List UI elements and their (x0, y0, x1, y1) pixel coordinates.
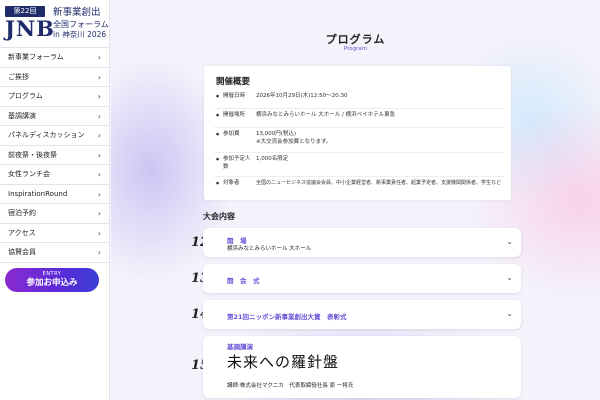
schedule-detail: 講師:株式会社マクニカ 代表取締役社長 原 一将氏 (227, 383, 354, 389)
site-logo[interactable]: 第22回 JNB 新事業創出 全国フォーラム in 神奈川 2026 (0, 0, 110, 46)
schedule-card-opening-ceremony[interactable]: 開 会 式 ⌄ (203, 264, 521, 293)
chevron-down-icon: ⌄ (506, 309, 513, 318)
overview-value: 13,000円(税込) ※大交流会参加費となります。 (256, 130, 331, 146)
overview-row-target: 対象者 全国のニュービジネス協議会会員、中小企業経営者、新事業責任者、起業予定者… (214, 179, 504, 194)
chevron-right-icon: › (97, 209, 101, 218)
entry-button[interactable]: ENTRY 参加お申込み (5, 268, 99, 292)
overview-fee-note: ※大交流会参加費となります。 (256, 139, 332, 145)
chevron-right-icon: › (97, 92, 101, 101)
chevron-down-icon: ⌄ (506, 273, 513, 282)
sidebar-item-label: パネルディスカッション (8, 131, 85, 139)
sidebar: 第22回 JNB 新事業創出 全国フォーラム in 神奈川 2026 新事業フォ… (0, 0, 110, 400)
sidebar-item-women-lunch[interactable]: 女性ランチ会 › (0, 165, 110, 185)
chevron-right-icon: › (97, 248, 101, 257)
overview-fee-value: 13,000円(税込) (256, 131, 297, 137)
chevron-right-icon: › (97, 111, 101, 121)
schedule-card-doors-open[interactable]: 開 場 横浜みなとみらいホール 大ホール ⌄ (203, 228, 521, 257)
schedule-title: 開 会 式 (227, 277, 260, 285)
sidebar-item-sponsors[interactable]: 協賛会員 › (0, 243, 110, 263)
chevron-right-icon: › (97, 53, 101, 62)
main-content: プログラム Program 開催概要 開催日時 2026年10月29日(木)12… (111, 0, 600, 400)
chevron-right-icon: › (97, 170, 101, 179)
sidebar-item-greeting[interactable]: ご挨拶 › (0, 68, 110, 87)
overview-row-venue: 開催場所 横浜みなとみらいホール 大ホール / 横浜ベイホテル東急 (214, 111, 504, 128)
keynote-title: 未来への羅針盤 (227, 353, 340, 371)
overview-row-datetime: 開催日時 2026年10月29日(木)12:50～20:30 (214, 92, 504, 109)
overview-title: 開催概要 (216, 77, 251, 87)
chevron-right-icon: › (97, 228, 101, 238)
schedule-title: 第21回ニッポン新事業創出大賞 表彰式 (227, 313, 347, 321)
overview-card: 開催概要 開催日時 2026年10月29日(木)12:50～20:30 開催場所… (204, 66, 511, 200)
sidebar-item-access[interactable]: アクセス › (0, 224, 110, 243)
sidebar-item-label: 宿泊予約 (8, 209, 36, 217)
chevron-down-icon: ⌄ (506, 237, 513, 246)
sidebar-item-label: ご挨拶 (8, 72, 29, 81)
overview-key: 開催日時 (214, 92, 254, 100)
sidebar-item-label: 新事業フォーラム (8, 53, 64, 61)
logo-line-2: 全国フォーラム (53, 20, 109, 29)
sidebar-item-hotel[interactable]: 宿泊予約 › (0, 204, 110, 224)
schedule-card-award-ceremony[interactable]: 第21回ニッポン新事業創出大賞 表彰式 ⌄ (203, 300, 521, 329)
sidebar-item-label: 前夜祭・後夜祭 (8, 150, 57, 159)
overview-key: 参加予定人数 (214, 155, 254, 171)
overview-key: 開催場所 (214, 111, 254, 119)
logo-jnb: JNB (5, 16, 55, 41)
sidebar-item-label: 女性ランチ会 (8, 170, 50, 178)
overview-value: 全国のニュービジネス協議会会員、中小企業経営者、新事業責任者、起業予定者、支援機… (256, 180, 502, 186)
sidebar-item-keynote[interactable]: 基調講演 › (0, 107, 110, 126)
page-subtitle: Program (343, 46, 368, 52)
sidebar-item-inspiration-round[interactable]: InspirationRound › (0, 185, 110, 204)
chevron-right-icon: › (97, 189, 101, 199)
chevron-right-icon: › (97, 150, 101, 160)
overview-value: 2026年10月29日(木)12:50～20:30 (256, 93, 348, 99)
sidebar-item-label: InspirationRound (8, 189, 68, 198)
contents-title: 大会内容 (203, 212, 235, 221)
sidebar-item-panel[interactable]: パネルディスカッション › (0, 126, 110, 146)
sidebar-item-forum[interactable]: 新事業フォーラム › (0, 48, 110, 68)
logo-line-1: 新事業創出 (53, 7, 101, 18)
entry-button-label: 参加お申込み (26, 278, 78, 288)
entry-button-caption: ENTRY (42, 271, 62, 277)
logo-line-3: in 神奈川 2026 (53, 30, 107, 39)
sidebar-nav: 新事業フォーラム › ご挨拶 › プログラム › 基調講演 › パネルディスカッション ›… (0, 47, 110, 263)
sidebar-item-eve-party[interactable]: 前夜祭・後夜祭 › (0, 146, 110, 165)
overview-row-capacity: 参加予定人数 1,000名限定 (214, 155, 504, 177)
chevron-right-icon: › (97, 131, 101, 140)
sidebar-item-label: プログラム (8, 92, 43, 100)
schedule-detail: 横浜みなとみらいホール 大ホール (227, 246, 312, 252)
schedule-card-keynote[interactable]: 基調講演 未来への羅針盤 講師:株式会社マクニカ 代表取締役社長 原 一将氏 (203, 336, 521, 398)
sidebar-item-label: アクセス (8, 228, 36, 237)
sidebar-item-program[interactable]: プログラム › (0, 87, 110, 107)
overview-row-fee: 参加費 13,000円(税込) ※大交流会参加費となります。 (214, 130, 504, 153)
sidebar-item-label: 協賛会員 (8, 248, 36, 256)
chevron-right-icon: › (97, 72, 101, 82)
overview-value: 1,000名限定 (256, 156, 289, 162)
page-title: プログラム (325, 33, 386, 46)
sidebar-item-label: 基調講演 (8, 111, 36, 120)
overview-value: 横浜みなとみらいホール 大ホール / 横浜ベイホテル東急 (256, 112, 396, 118)
overview-key: 参加費 (214, 130, 254, 138)
overview-key: 対象者 (214, 179, 254, 187)
schedule-title: 基調講演 (227, 343, 253, 351)
